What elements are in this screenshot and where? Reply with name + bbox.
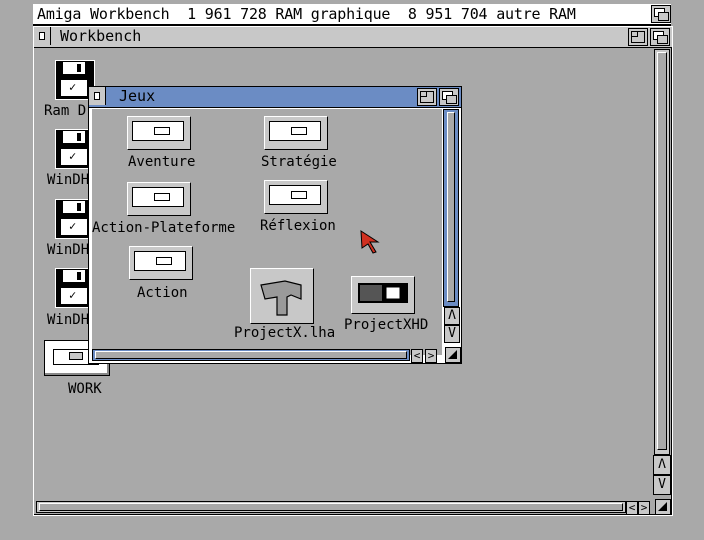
workbench-scroll-right-icon[interactable]: >	[638, 501, 650, 515]
jeux-scroll-right-icon[interactable]: >	[425, 349, 437, 363]
jeux-horizontal-scrollbar[interactable]	[92, 349, 410, 361]
workbench-scroll-left-icon[interactable]: <	[626, 501, 638, 515]
screen-title: Amiga Workbench 1 961 728 RAM graphique …	[37, 5, 576, 23]
drawer-label: Action	[137, 285, 188, 301]
disk-label: WinDH	[47, 242, 90, 258]
tool-label: ProjectX.lha	[234, 325, 336, 341]
disk-label: WinDH	[47, 312, 90, 328]
jeux-zoom-icon[interactable]	[417, 88, 437, 106]
tool-label: ProjectXHD	[344, 317, 429, 333]
strategie-drawer-icon[interactable]	[264, 116, 328, 150]
jeux-horizontal-scroll-knob[interactable]	[95, 351, 407, 359]
jeux-close-icon[interactable]	[89, 87, 106, 105]
action-plateforme-drawer-icon[interactable]	[127, 182, 191, 216]
workbench-vertical-scroll-knob[interactable]	[657, 52, 667, 450]
jeux-vertical-scroll-knob[interactable]	[447, 112, 455, 302]
jeux-title-bar[interactable]: Jeux	[89, 87, 461, 108]
disk-label: WinDH	[47, 172, 90, 188]
workbench-horizontal-scrollbar[interactable]	[36, 501, 626, 513]
drawer-label: Réflexion	[260, 218, 336, 234]
project-icon[interactable]	[351, 276, 415, 314]
screen-title-bar[interactable]: Amiga Workbench 1 961 728 RAM graphique …	[33, 4, 671, 26]
disk-label: WORK	[68, 381, 102, 397]
jeux-scroll-left-icon[interactable]: <	[411, 349, 423, 363]
jeux-vertical-scrollbar[interactable]	[443, 109, 459, 307]
reflexion-drawer-icon[interactable]	[264, 180, 328, 214]
drawer-label: Action-Plateforme	[92, 220, 236, 236]
workbench-title: Workbench	[60, 27, 142, 45]
workbench-title-bar[interactable]: Workbench	[34, 27, 672, 48]
workbench-scroll-up-icon[interactable]: Λ	[653, 455, 671, 475]
hammer-icon[interactable]	[250, 268, 314, 324]
action-drawer-icon[interactable]	[129, 246, 193, 280]
jeux-title: Jeux	[119, 87, 156, 105]
screen-depth-icon[interactable]	[651, 5, 671, 23]
jeux-scroll-up-icon[interactable]: Λ	[444, 307, 460, 325]
aventure-drawer-icon[interactable]	[127, 116, 191, 150]
drawer-label: Stratégie	[261, 154, 337, 170]
mouse-pointer-icon	[360, 230, 384, 258]
workbench-depth-icon[interactable]	[650, 28, 670, 46]
drawer-label: Aventure	[128, 154, 196, 170]
jeux-size-icon[interactable]	[445, 347, 461, 363]
workbench-zoom-icon[interactable]	[628, 28, 648, 46]
workbench-close-icon[interactable]	[34, 27, 51, 45]
workbench-vertical-scrollbar[interactable]	[654, 49, 670, 455]
workbench-scroll-down-icon[interactable]: V	[653, 475, 671, 495]
jeux-depth-icon[interactable]	[439, 88, 459, 106]
jeux-scroll-down-icon[interactable]: V	[444, 325, 460, 343]
workbench-horizontal-scroll-knob[interactable]	[39, 503, 623, 511]
disk-label: Ram D	[44, 103, 87, 119]
workbench-size-icon[interactable]	[655, 499, 671, 515]
